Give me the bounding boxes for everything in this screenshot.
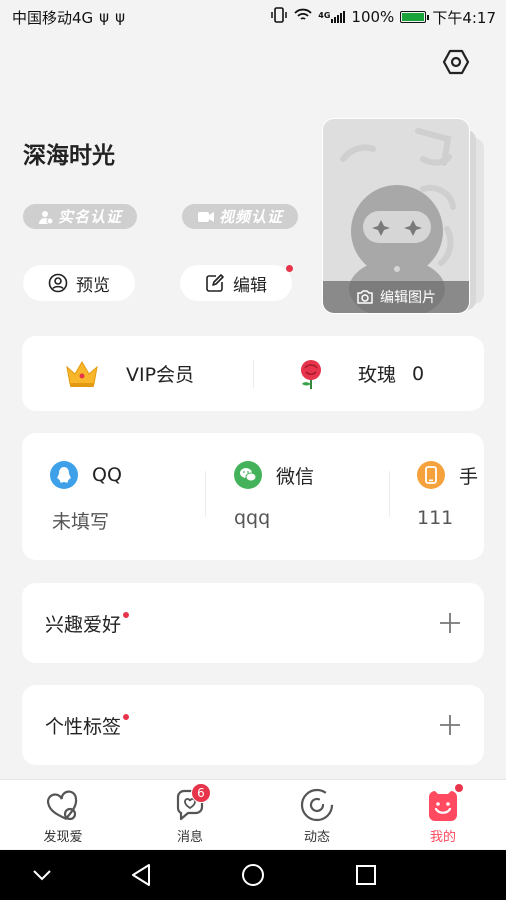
contact-name: QQ	[92, 464, 122, 486]
video-camera-icon	[197, 211, 214, 222]
tab-discover[interactable]: 发现爱	[13, 780, 113, 850]
message-badge: 6	[191, 783, 211, 803]
carrier-text: 中国移动4G	[12, 8, 94, 27]
contact-value: qqq	[234, 507, 271, 529]
nav-back-button[interactable]	[128, 862, 154, 888]
hobbies-row[interactable]: 兴趣爱好	[22, 583, 484, 663]
recents-square-icon	[356, 865, 376, 885]
home-circle-icon	[242, 864, 264, 886]
tab-label: 消息	[176, 830, 203, 845]
tab-label: 我的	[429, 830, 456, 845]
settings-hex-icon	[442, 49, 470, 75]
contact-name: 手	[459, 465, 479, 488]
back-triangle-icon	[132, 864, 150, 886]
usb-icon: ψ	[99, 8, 110, 26]
add-icon[interactable]	[438, 713, 462, 737]
profile-photo[interactable]: 编辑图片	[322, 118, 470, 314]
vip-membership-button[interactable]: VIP会员	[64, 336, 194, 411]
rose-button[interactable]: 玫瑰 0	[294, 336, 424, 411]
divider	[389, 471, 390, 517]
rose-icon	[301, 359, 321, 389]
status-bar: 中国移动4G ψ ψ 4G 100% 下午4:17	[0, 0, 506, 34]
required-dot	[123, 713, 130, 720]
user-circle-icon	[48, 273, 68, 293]
tags-row[interactable]: 个性标签	[22, 685, 484, 765]
wifi-icon	[294, 8, 312, 26]
phone-icon	[417, 461, 445, 489]
message-heart-icon: 6	[172, 783, 211, 823]
tab-label: 发现爱	[43, 830, 83, 845]
edit-pen-icon	[206, 274, 224, 292]
contact-value: 未填写	[52, 511, 110, 533]
discover-heart-icon	[45, 787, 81, 823]
nav-recents-button[interactable]	[353, 862, 379, 888]
tags-text: 个性标签	[45, 715, 122, 738]
contact-value: 111	[417, 507, 454, 529]
wechat-icon	[234, 461, 262, 489]
contact-phone[interactable]: 手 111	[417, 433, 484, 560]
divider	[253, 360, 254, 388]
tab-label: 动态	[303, 830, 330, 845]
nav-collapse-button[interactable]	[29, 862, 55, 888]
qq-icon	[50, 461, 78, 489]
edit-button[interactable]: 编辑	[180, 265, 292, 301]
vibrate-icon	[270, 7, 288, 27]
realname-cert-button[interactable]: 实名认证	[23, 204, 137, 229]
video-cert-label: 视频认证	[218, 208, 283, 226]
vip-card: VIP会员 玫瑰 0	[22, 336, 484, 411]
vip-label: VIP会员	[126, 364, 195, 386]
nav-home-button[interactable]	[240, 862, 266, 888]
tab-moments[interactable]: 动态	[267, 780, 367, 850]
profile-name: 深海时光	[23, 143, 115, 169]
usb-icon: ψ	[115, 8, 125, 26]
me-smile-icon	[425, 784, 463, 823]
system-nav-bar	[0, 850, 506, 900]
tags-label: 个性标签	[45, 712, 130, 739]
add-icon[interactable]	[438, 611, 462, 635]
edit-notification-dot	[286, 265, 293, 272]
hobbies-label: 兴趣爱好	[45, 610, 130, 637]
hobbies-text: 兴趣爱好	[45, 613, 122, 636]
contacts-card: QQ 未填写 微信 qqq 手 111	[22, 433, 484, 560]
signal-icon: 4G	[318, 11, 346, 23]
divider	[205, 471, 206, 517]
crown-icon	[66, 360, 98, 387]
tab-messages[interactable]: 6 消息	[140, 780, 240, 850]
contact-wechat[interactable]: 微信 qqq	[234, 433, 394, 560]
bottom-tab-bar: 发现爱 6 消息 动态 我的	[0, 779, 506, 849]
camera-icon	[357, 290, 373, 304]
chevron-down-icon	[33, 870, 51, 881]
edit-label: 编辑	[233, 275, 267, 296]
me-notification-dot	[455, 784, 463, 792]
rose-count: 0	[412, 362, 425, 385]
preview-label: 预览	[76, 275, 110, 296]
video-cert-button[interactable]: 视频认证	[182, 204, 298, 229]
contact-qq[interactable]: QQ 未填写	[50, 433, 220, 560]
id-check-icon	[38, 210, 54, 224]
required-dot	[123, 611, 130, 618]
moments-spiral-icon	[299, 787, 335, 823]
clock: 下午4:17	[432, 8, 496, 27]
battery-percent: 100%	[351, 8, 395, 26]
tab-me[interactable]: 我的	[393, 780, 493, 850]
battery-icon	[400, 11, 430, 23]
rose-label: 玫瑰	[358, 364, 397, 386]
preview-button[interactable]: 预览	[23, 265, 135, 301]
edit-photo-button[interactable]: 编辑图片	[323, 281, 469, 313]
network-type: 4G	[318, 11, 331, 20]
settings-button[interactable]	[440, 46, 472, 78]
contact-name: 微信	[276, 465, 315, 488]
realname-cert-label: 实名认证	[57, 208, 122, 226]
edit-photo-label: 编辑图片	[380, 290, 436, 306]
